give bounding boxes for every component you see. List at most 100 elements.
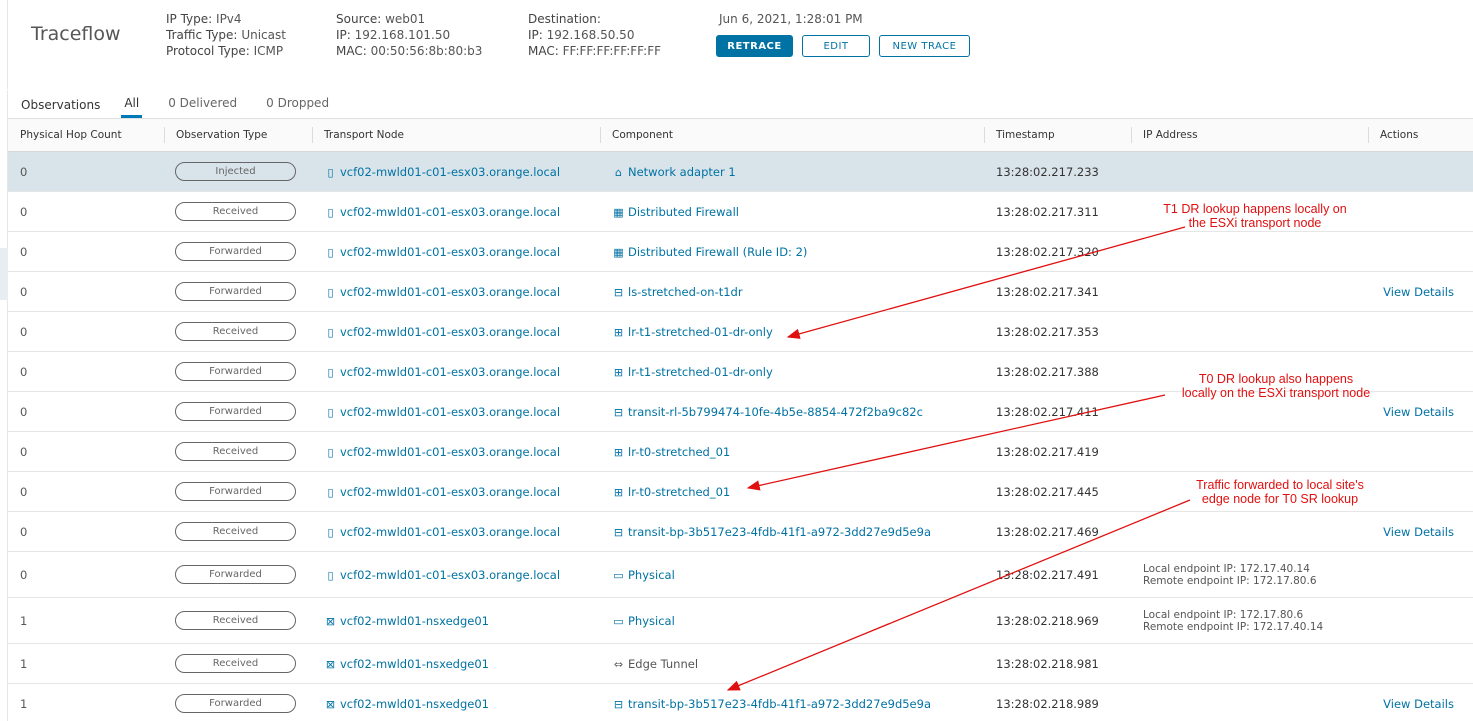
tab-dropped[interactable]: 0 Dropped [266, 96, 329, 114]
router-icon: ⊞ [613, 365, 624, 379]
component-link[interactable]: Network adapter 1 [628, 165, 736, 179]
observation-type-badge: Forwarded [175, 282, 296, 301]
observation-type-badge: Received [175, 522, 296, 541]
transport-node-link[interactable]: vcf02-mwld01-c01-esx03.orange.local [340, 568, 560, 582]
view-details-link[interactable] [1368, 351, 1473, 392]
new-trace-button[interactable]: NEW TRACE [879, 35, 970, 57]
table-row[interactable]: 0 Forwarded ▯ vcf02-mwld01-c01-esx03.orange… [8, 471, 1473, 512]
hop-count: 0 [8, 231, 164, 272]
source-info: Source: web01 IP: 192.168.101.50 MAC: 00… [336, 11, 482, 59]
table-row[interactable]: 0 Received ▯ vcf02-mwld01-c01-esx03.orange.… [8, 311, 1473, 352]
transport-node-link[interactable]: vcf02-mwld01-c01-esx03.orange.local [340, 245, 560, 259]
transport-node-link[interactable]: vcf02-mwld01-c01-esx03.orange.local [340, 525, 560, 539]
view-details-link[interactable]: View Details [1368, 271, 1473, 312]
ip-type-label: IP Type: [166, 12, 213, 26]
transport-node-link[interactable]: vcf02-mwld01-c01-esx03.orange.local [340, 325, 560, 339]
view-details-link[interactable] [1368, 643, 1473, 684]
observations-label: Observations [21, 98, 101, 112]
table-row[interactable]: 1 Received ⊠ vcf02-mwld01-nsxedge01 ⇔ Edge Tu… [8, 643, 1473, 684]
view-details-link[interactable] [1368, 151, 1473, 192]
transport-node-link[interactable]: vcf02-mwld01-nsxedge01 [340, 697, 489, 711]
ip-address [1131, 511, 1368, 552]
edit-button[interactable]: EDIT [802, 35, 870, 57]
table-row[interactable]: 0 Received ▯ vcf02-mwld01-c01-esx03.orange.… [8, 191, 1473, 232]
transport-node-link[interactable]: vcf02-mwld01-c01-esx03.orange.local [340, 485, 560, 499]
component-link[interactable]: Distributed Firewall (Rule ID: 2) [628, 245, 807, 259]
table-row[interactable]: 0 Forwarded ▯ vcf02-mwld01-c01-esx03.orange… [8, 391, 1473, 432]
view-details-link[interactable]: View Details [1368, 683, 1473, 721]
component-link[interactable]: lr-t1-stretched-01-dr-only [628, 325, 773, 339]
ip-address [1131, 351, 1368, 392]
component-link[interactable]: Physical [628, 568, 675, 582]
router-icon: ⊞ [613, 485, 624, 499]
col-hop-count[interactable]: Physical Hop Count [8, 119, 164, 152]
view-details-link[interactable] [1368, 471, 1473, 512]
table-row[interactable]: 0 Received ▯ vcf02-mwld01-c01-esx03.orange.… [8, 511, 1473, 552]
component-link[interactable]: transit-bp-3b517e23-4fdb-41f1-a972-3dd27… [628, 525, 931, 539]
retrace-button[interactable]: RETRACE [716, 35, 793, 57]
tab-delivered[interactable]: 0 Delivered [168, 96, 237, 114]
source-value: web01 [385, 12, 426, 26]
component-link[interactable]: lr-t1-stretched-01-dr-only [628, 365, 773, 379]
transport-node-link[interactable]: vcf02-mwld01-c01-esx03.orange.local [340, 365, 560, 379]
tab-all[interactable]: All [121, 96, 143, 118]
edge-node-icon: ⊠ [325, 614, 336, 628]
table-row[interactable]: 0 Forwarded ▯ vcf02-mwld01-c01-esx03.orange… [8, 551, 1473, 598]
observation-type-badge: Received [175, 322, 296, 341]
col-transport-node[interactable]: Transport Node [312, 119, 600, 152]
hop-count: 0 [8, 351, 164, 392]
table-row[interactable]: 1 Forwarded ⊠ vcf02-mwld01-nsxedge01 ⊟ transi… [8, 683, 1473, 721]
view-details-link[interactable] [1368, 311, 1473, 352]
component-link[interactable]: lr-t0-stretched_01 [628, 445, 730, 459]
component-link[interactable]: transit-rl-5b799474-10fe-4b5e-8854-472f2… [628, 405, 923, 419]
observation-type-badge: Forwarded [175, 402, 296, 421]
segment-icon: ⊟ [613, 697, 624, 711]
table-row[interactable]: 0 Forwarded ▯ vcf02-mwld01-c01-esx03.orange… [8, 271, 1473, 312]
hop-count: 1 [8, 643, 164, 684]
view-details-link[interactable] [1368, 597, 1473, 644]
component-link[interactable]: Physical [628, 614, 675, 628]
hop-count: 0 [8, 311, 164, 352]
view-details-link[interactable]: View Details [1368, 391, 1473, 432]
edge-node-icon: ⊠ [325, 697, 336, 711]
hop-count: 0 [8, 431, 164, 472]
col-timestamp[interactable]: Timestamp [984, 119, 1131, 152]
observation-type-badge: Forwarded [175, 694, 296, 713]
segment-icon: ⊟ [613, 525, 624, 539]
hop-count: 0 [8, 471, 164, 512]
table-row[interactable]: 0 Forwarded ▯ vcf02-mwld01-c01-esx03.orange… [8, 231, 1473, 272]
transport-node-link[interactable]: vcf02-mwld01-c01-esx03.orange.local [340, 405, 560, 419]
traceflow-header: Traceflow IP Type: IPv4 Traffic Type: Un… [0, 0, 1473, 90]
hop-count: 0 [8, 391, 164, 432]
transport-node-link[interactable]: vcf02-mwld01-nsxedge01 [340, 614, 489, 628]
component-link[interactable]: transit-bp-3b517e23-4fdb-41f1-a972-3dd27… [628, 697, 931, 711]
observation-type-badge: Received [175, 654, 296, 673]
observation-type-badge: Forwarded [175, 482, 296, 501]
host-icon: ▯ [327, 568, 334, 582]
timestamp: 13:28:02.217.411 [984, 391, 1131, 432]
protocol-type-value: ICMP [253, 44, 284, 58]
view-details-link[interactable] [1368, 431, 1473, 472]
transport-node-link[interactable]: vcf02-mwld01-c01-esx03.orange.local [340, 205, 560, 219]
transport-node-link[interactable]: vcf02-mwld01-c01-esx03.orange.local [340, 285, 560, 299]
table-header: Physical Hop Count Observation Type Tran… [8, 118, 1473, 152]
table-row[interactable]: 1 Received ⊠ vcf02-mwld01-nsxedge01 ▭ Physica… [8, 597, 1473, 644]
observation-type-badge: Received [175, 611, 296, 630]
table-row[interactable]: 0 Injected ▯ vcf02-mwld01-c01-esx03.orange.… [8, 151, 1473, 192]
transport-node-link[interactable]: vcf02-mwld01-c01-esx03.orange.local [340, 445, 560, 459]
view-details-link[interactable] [1368, 551, 1473, 598]
view-details-link[interactable] [1368, 191, 1473, 232]
view-details-link[interactable]: View Details [1368, 511, 1473, 552]
col-ip-address[interactable]: IP Address [1131, 119, 1368, 152]
component-link[interactable]: Distributed Firewall [628, 205, 739, 219]
transport-node-link[interactable]: vcf02-mwld01-nsxedge01 [340, 657, 489, 671]
transport-node-link[interactable]: vcf02-mwld01-c01-esx03.orange.local [340, 165, 560, 179]
view-details-link[interactable] [1368, 231, 1473, 272]
col-component[interactable]: Component [600, 119, 984, 152]
table-row[interactable]: 0 Received ▯ vcf02-mwld01-c01-esx03.orange.… [8, 431, 1473, 472]
network-adapter-icon: ⌂ [615, 165, 622, 179]
table-row[interactable]: 0 Forwarded ▯ vcf02-mwld01-c01-esx03.orange… [8, 351, 1473, 392]
component-link[interactable]: lr-t0-stretched_01 [628, 485, 730, 499]
col-observation-type[interactable]: Observation Type [164, 119, 312, 152]
component-link[interactable]: ls-stretched-on-t1dr [628, 285, 743, 299]
